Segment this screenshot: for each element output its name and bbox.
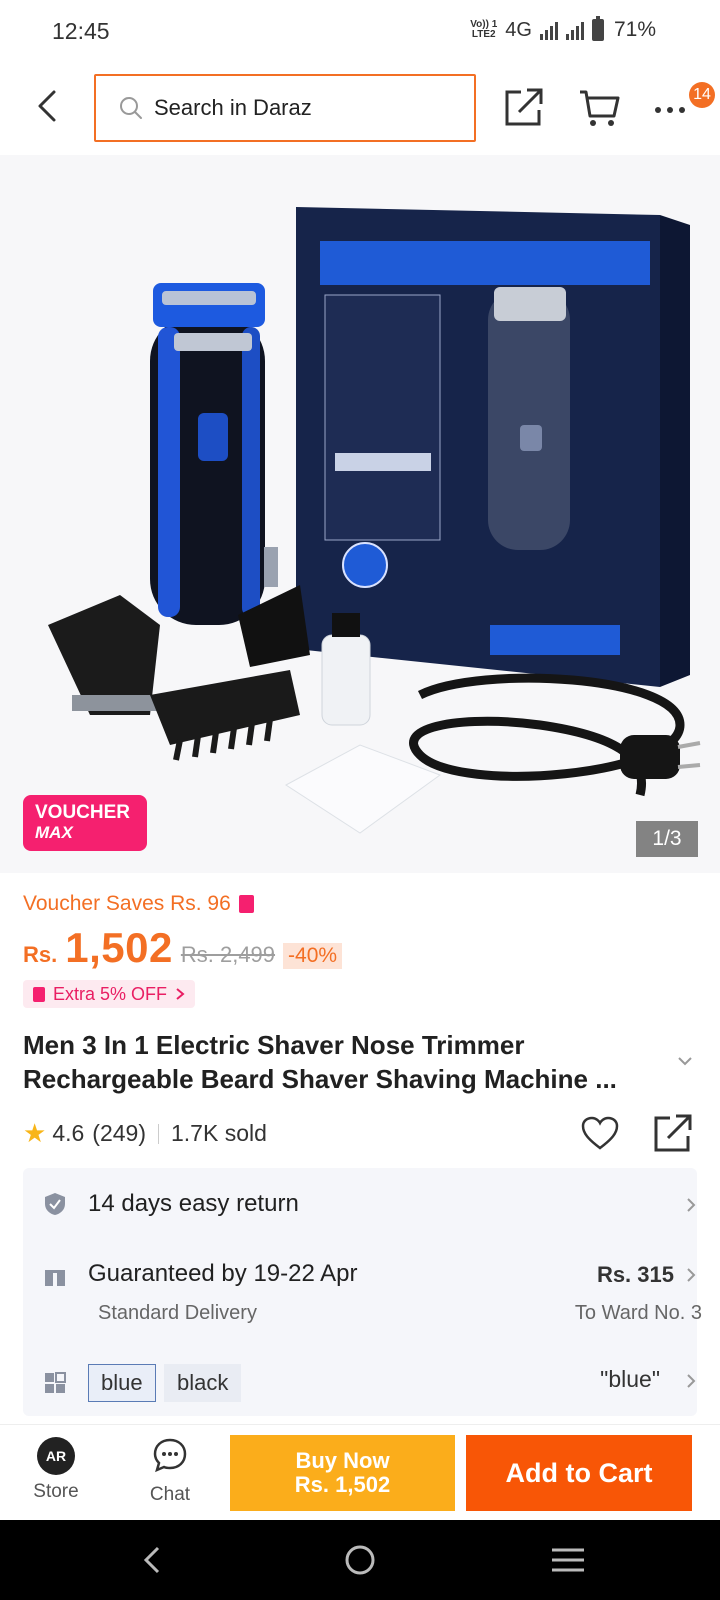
shield-icon	[45, 1193, 65, 1215]
signal-icon	[539, 20, 558, 40]
divider	[158, 1123, 159, 1144]
review-count: (249)	[92, 1120, 146, 1146]
buy-now-label: Buy Now	[295, 1448, 390, 1473]
variant-chip-blue[interactable]: blue	[88, 1364, 156, 1402]
chevron-down-icon[interactable]	[676, 1052, 694, 1070]
gift-icon	[45, 1267, 65, 1286]
system-nav-bar	[0, 1520, 720, 1600]
signal-icon-2	[565, 20, 584, 40]
heart-icon[interactable]	[580, 1114, 620, 1154]
ticket-icon	[33, 986, 45, 1002]
rating-row[interactable]: ★ 4.6 (249) 1.7K sold	[23, 1118, 267, 1149]
return-text: 14 days easy return	[88, 1190, 299, 1217]
back-icon[interactable]	[30, 88, 66, 124]
voucher-max-badge[interactable]: VOUCHER MAX	[23, 795, 147, 851]
current-price: 1,502	[65, 924, 173, 971]
currency: Rs.	[23, 942, 58, 967]
status-bar: 12:45 Vo)) 1 LTE2 4G 71%	[0, 0, 720, 62]
battery-icon	[591, 16, 604, 41]
lte-indicator: Vo)) 1 LTE2	[470, 20, 497, 40]
image-counter: 1/3	[636, 821, 698, 857]
chevron-right-icon	[687, 1198, 696, 1212]
delivery-location: To Ward No. 3	[574, 1302, 702, 1324]
discount-badge: -40%	[283, 943, 343, 969]
chat-label: Chat	[149, 1484, 191, 1505]
share-icon[interactable]	[652, 1112, 694, 1154]
top-bar: Search in Daraz	[0, 72, 720, 142]
extra-off-text: Extra 5% OFF	[53, 983, 168, 1004]
nav-menu-icon[interactable]	[548, 1540, 588, 1580]
nav-home-icon[interactable]	[340, 1540, 380, 1580]
selected-variant: "blue"	[600, 1366, 660, 1392]
chat-button[interactable]: Chat	[138, 1437, 202, 1506]
variant-grid-icon	[45, 1372, 66, 1393]
extra-off-promo[interactable]: Extra 5% OFF	[23, 980, 196, 1008]
buy-now-button[interactable]: Buy Now Rs. 1,502	[230, 1435, 455, 1511]
share-icon[interactable]	[503, 86, 545, 128]
star-icon: ★	[23, 1118, 47, 1148]
store-label: Store	[33, 1481, 79, 1502]
rating-value: 4.6	[52, 1120, 85, 1146]
ticket-icon	[238, 895, 254, 913]
product-photo	[48, 207, 701, 834]
chevron-right-icon	[687, 1268, 696, 1282]
bottom-action-bar: AR Store Chat Buy Now Rs. 1,502 Add to C…	[0, 1424, 720, 1520]
chevron-right-icon	[687, 1374, 696, 1388]
nav-back-icon[interactable]	[134, 1540, 174, 1580]
chat-icon	[153, 1438, 187, 1473]
search-icon	[120, 97, 142, 119]
voucher-badge-line2: MAX	[35, 823, 73, 842]
cart-badge: 14	[689, 82, 715, 108]
original-price: Rs. 2,499	[180, 942, 276, 967]
product-image[interactable]	[0, 155, 720, 873]
sold-count: 1.7K sold	[171, 1120, 267, 1146]
search-placeholder: Search in Daraz	[154, 95, 312, 120]
delivery-type: Standard Delivery	[98, 1302, 257, 1324]
add-to-cart-button[interactable]: Add to Cart	[466, 1435, 692, 1511]
price-row: Rs. 1,502 Rs. 2,499 -40%	[23, 924, 343, 972]
buy-now-price: Rs. 1,502	[294, 1472, 391, 1497]
voucher-saves-text: Voucher Saves Rs. 96	[23, 892, 231, 915]
cart-icon[interactable]	[578, 86, 620, 128]
delivery-guarantee: Guaranteed by 19-22 Apr	[88, 1260, 358, 1287]
variant-chip-black[interactable]: black	[164, 1364, 242, 1402]
chevron-right-icon	[176, 988, 185, 1000]
product-title: Men 3 In 1 Electric Shaver Nose Trimmer …	[23, 1030, 617, 1094]
store-avatar: AR	[37, 1437, 75, 1475]
store-button[interactable]: AR Store	[24, 1437, 88, 1503]
lte-bottom: LTE2	[471, 29, 496, 40]
voucher-saves[interactable]: Voucher Saves Rs. 96	[23, 892, 254, 916]
status-icons: Vo)) 1 LTE2 4G 71%	[470, 16, 656, 42]
network-type: 4G	[505, 18, 532, 41]
battery-percent: 71%	[613, 18, 656, 41]
status-time: 12:45	[52, 18, 110, 44]
search-input[interactable]: Search in Daraz	[94, 74, 476, 142]
voucher-badge-line1: VOUCHER	[35, 802, 131, 823]
delivery-price: Rs. 315	[596, 1262, 674, 1287]
